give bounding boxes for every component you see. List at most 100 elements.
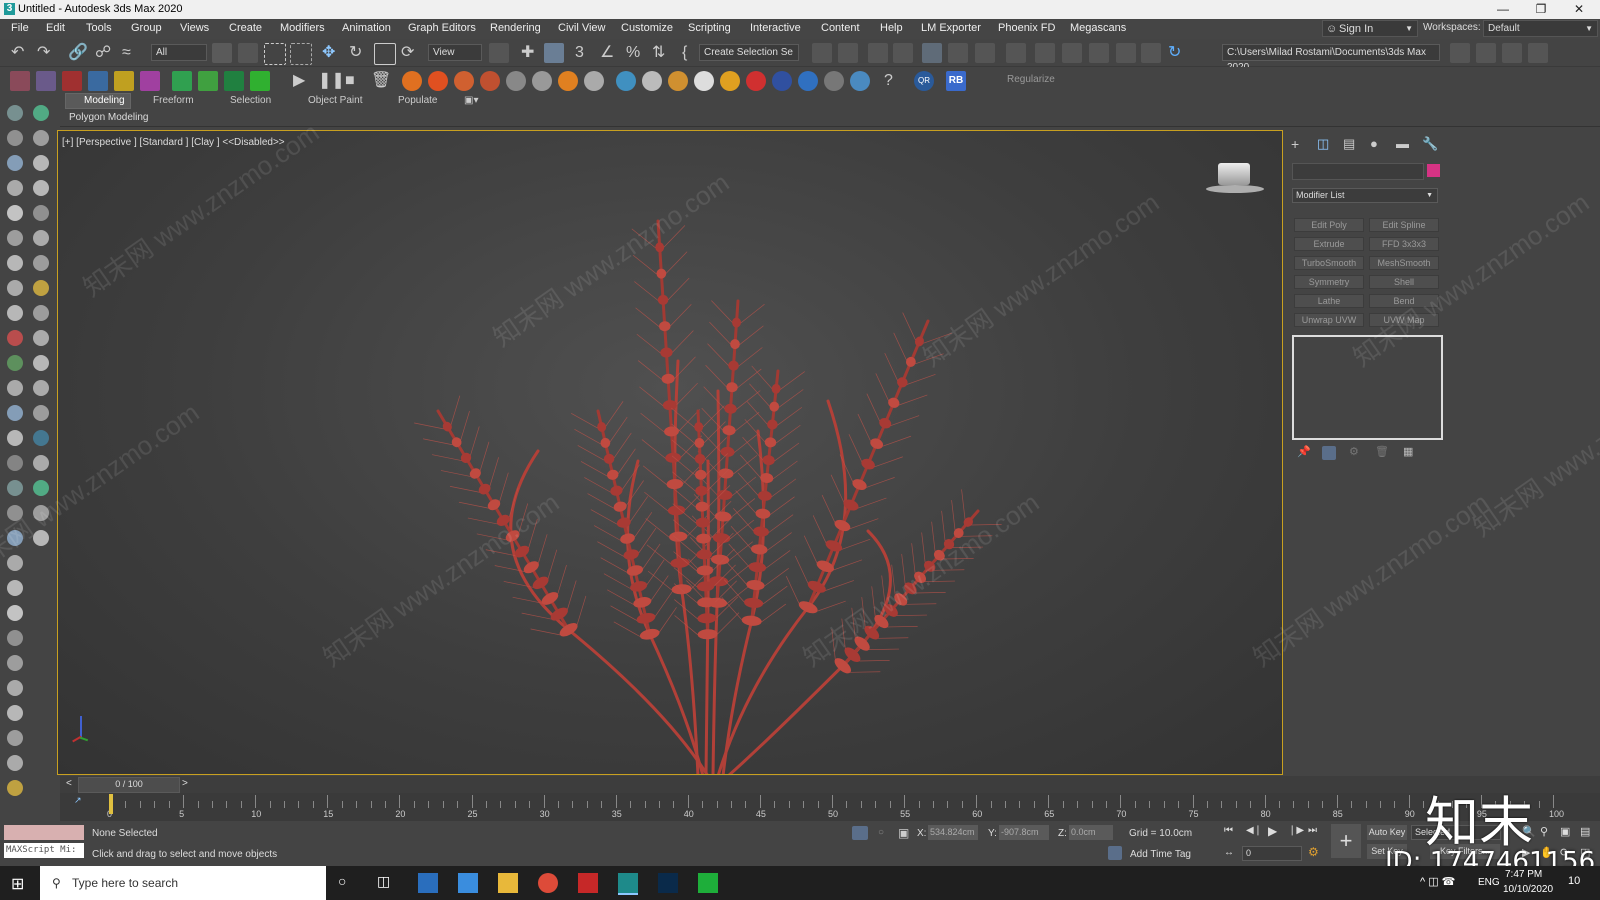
left-tool-icon[interactable] (7, 555, 23, 571)
left-tool-icon[interactable] (7, 355, 23, 371)
reference-coordinate-dropdown[interactable]: View (428, 44, 482, 61)
menu-content[interactable]: Content (821, 22, 860, 34)
perspective-viewport[interactable]: [+] [Perspective ] [Standard ] [Clay ] <… (57, 130, 1283, 775)
maxscript-listener-top[interactable] (4, 825, 84, 840)
z-coordinate-field[interactable]: 0.0cm (1069, 825, 1113, 840)
scene-explorer-icon[interactable] (868, 43, 888, 63)
x-coordinate-field[interactable]: 534.824cm (928, 825, 978, 840)
menu-views[interactable]: Views (180, 22, 209, 34)
edit-named-selections-icon[interactable]: { (682, 43, 687, 63)
chrome-icon[interactable] (538, 873, 558, 893)
menu-scripting[interactable]: Scripting (688, 22, 731, 34)
configure-modifier-sets-icon[interactable]: ▦ (1403, 442, 1413, 462)
menu-modifiers[interactable]: Modifiers (280, 22, 325, 34)
trash-icon[interactable]: 🗑 (371, 71, 391, 91)
turbosmooth-button[interactable]: TurboSmooth (1294, 256, 1364, 270)
motion-tab-icon[interactable]: ● (1370, 134, 1378, 154)
left-tool-icon[interactable] (33, 330, 49, 346)
menu-file[interactable]: File (11, 22, 29, 34)
left-tool-icon[interactable] (33, 430, 49, 446)
render-setup-icon[interactable] (1035, 43, 1055, 63)
phoenix-smoke-icon[interactable] (480, 71, 500, 91)
maxscript-mini-listener[interactable]: MAXScript Mi: (4, 843, 84, 858)
left-tool-icon[interactable] (7, 405, 23, 421)
left-tool-icon[interactable] (33, 180, 49, 196)
spinner-snap-icon[interactable]: ⇅ (652, 43, 665, 63)
phoenix-source-icon[interactable] (532, 71, 552, 91)
left-tool-icon[interactable] (7, 730, 23, 746)
phoenix-simulator-icon[interactable] (506, 71, 526, 91)
time-slider-thumb[interactable]: 0 / 100 (78, 777, 180, 793)
phoenix-foam-icon[interactable] (798, 71, 818, 91)
make-unique-icon[interactable]: ⚙ (1349, 442, 1359, 462)
plugin-c-icon[interactable] (62, 71, 82, 91)
material-editor-icon[interactable] (1006, 43, 1026, 63)
plugin-i-icon[interactable] (224, 71, 244, 91)
remove-modifier-icon[interactable]: 🗑 (1375, 442, 1389, 462)
curve-editor-mini-icon[interactable]: ↗ (74, 795, 82, 806)
left-tool-icon[interactable] (33, 505, 49, 521)
left-tool-icon[interactable] (7, 130, 23, 146)
viewcube-icon[interactable] (1206, 163, 1264, 199)
zoom-extents-icon[interactable]: ▣ (1560, 825, 1570, 838)
left-tool-icon[interactable] (7, 755, 23, 771)
left-tool-icon[interactable] (7, 305, 23, 321)
windows-start-icon[interactable]: ⊞ (11, 874, 24, 894)
left-tool-icon[interactable] (7, 230, 23, 246)
menu-group[interactable]: Group (131, 22, 162, 34)
stop-icon[interactable]: ■ (345, 71, 355, 91)
pause-icon[interactable]: ❚❚ (318, 71, 345, 91)
link-icon[interactable]: 🔗 (68, 43, 88, 63)
phoenix-flame-icon[interactable] (428, 71, 448, 91)
phoenix-mist-icon[interactable] (850, 71, 870, 91)
plugin-d-icon[interactable] (88, 71, 108, 91)
left-tool-icon[interactable] (7, 205, 23, 221)
menu-interactive[interactable]: Interactive (750, 22, 801, 34)
plugin-a-icon[interactable] (10, 71, 30, 91)
left-tool-icon[interactable] (33, 380, 49, 396)
select-by-name-icon[interactable] (238, 43, 258, 63)
phoenix-wind-icon[interactable] (584, 71, 604, 91)
menu-megascans[interactable]: Megascans (1070, 22, 1126, 34)
redo-icon[interactable]: ↷ (37, 43, 50, 63)
go-to-start-icon[interactable]: ⏮ (1224, 825, 1233, 836)
phoenix-liquid-icon[interactable] (616, 71, 636, 91)
previous-frame-icon[interactable]: ◀❘ (1246, 825, 1262, 836)
schematic-view-icon[interactable] (975, 43, 995, 63)
uvw-map-button[interactable]: UVW Map (1369, 313, 1439, 327)
align-icon[interactable] (838, 43, 858, 63)
left-tool-icon[interactable] (7, 630, 23, 646)
workspace-select[interactable]: Default ▼ (1483, 20, 1598, 37)
left-tool-icon[interactable] (7, 580, 23, 596)
next-frame-icon[interactable]: ❘▶ (1288, 825, 1304, 836)
tab-selection[interactable]: Selection (230, 95, 271, 106)
project-extras-icon[interactable] (1528, 43, 1548, 63)
create-tab-icon[interactable]: + (1291, 134, 1299, 154)
display-tab-icon[interactable]: ▬ (1396, 134, 1409, 154)
set-project-icon[interactable] (1476, 43, 1496, 63)
left-tool-icon[interactable] (7, 655, 23, 671)
menu-customize[interactable]: Customize (621, 22, 673, 34)
hierarchy-tab-icon[interactable]: ▤ (1343, 134, 1355, 154)
modifier-stack[interactable] (1292, 335, 1443, 440)
left-tool-icon[interactable] (7, 255, 23, 271)
bend-button[interactable]: Bend (1369, 294, 1439, 308)
left-tool-icon[interactable] (33, 105, 49, 121)
lathe-button[interactable]: Lathe (1294, 294, 1364, 308)
language-indicator[interactable]: ENG (1478, 877, 1500, 888)
left-tool-icon[interactable] (33, 280, 49, 296)
cortana-icon[interactable]: ○ (338, 873, 346, 889)
menu-graph-editors[interactable]: Graph Editors (408, 22, 476, 34)
left-tool-icon[interactable] (33, 305, 49, 321)
bind-space-warp-icon[interactable]: ≈ (122, 43, 131, 63)
qr-button[interactable]: QR (914, 71, 934, 91)
polygon-modeling-label[interactable]: Polygon Modeling (69, 112, 149, 123)
render-production-icon[interactable] (1089, 43, 1109, 63)
photoshop-icon[interactable] (658, 873, 678, 893)
plugin-b-icon[interactable] (36, 71, 56, 91)
undo-icon[interactable]: ↶ (11, 43, 24, 63)
left-tool-icon[interactable] (7, 180, 23, 196)
tab-object-paint[interactable]: Object Paint (308, 95, 362, 106)
left-tool-icon[interactable] (7, 105, 23, 121)
camtasia-icon[interactable] (698, 873, 718, 893)
